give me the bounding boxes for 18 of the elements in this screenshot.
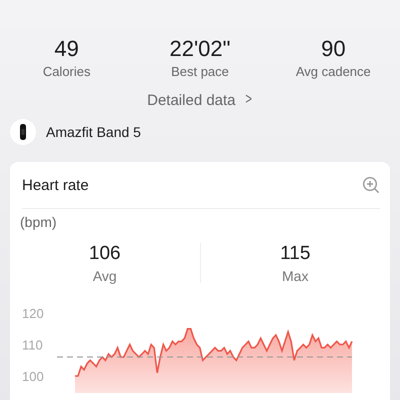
heart-rate-label: Max [282, 268, 308, 284]
heart-rate-value: 115 [280, 242, 310, 266]
stat-value: 22'02" [170, 35, 230, 63]
stat-value: 49 [54, 35, 79, 63]
heart-rate-value: 106 [88, 242, 121, 266]
axis-tick-label: 120 [22, 306, 44, 321]
stat-value: 90 [321, 35, 346, 63]
chevron-icon: > [244, 91, 252, 109]
detailed-data-link[interactable]: Detailed data [147, 92, 236, 108]
heart-rate-label: Avg [92, 268, 117, 284]
axis-tick-label: 100 [22, 369, 44, 384]
axis-tick-label: 110 [22, 338, 43, 352]
device-name: Amazfit Band 5 [46, 124, 141, 140]
stat-label: Avg cadence [296, 64, 371, 79]
card-title: Heart rate [22, 176, 89, 194]
stat-label: Calories [42, 64, 90, 79]
unit-label: (bpm) [20, 214, 58, 230]
stat-label: Best pace [171, 64, 229, 79]
